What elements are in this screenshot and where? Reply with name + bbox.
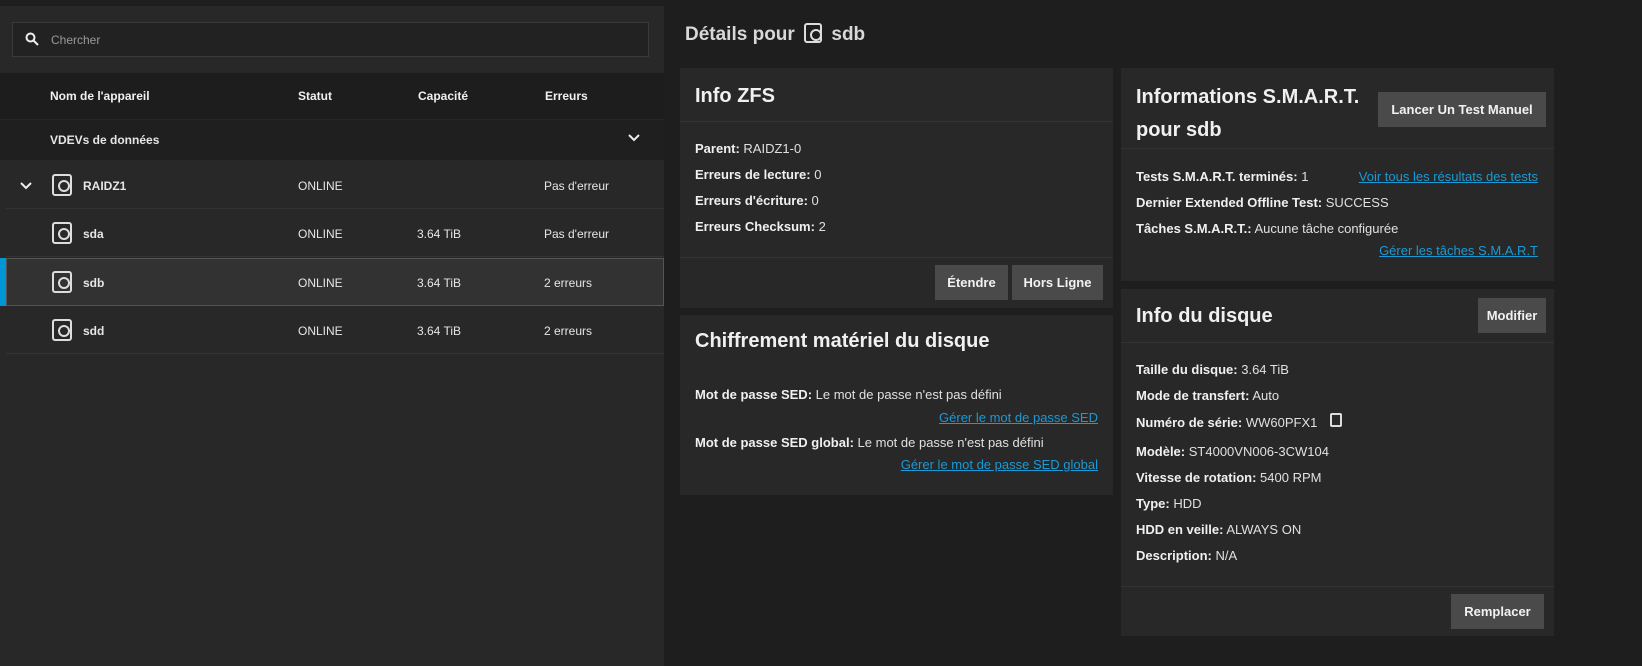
- sed-title: Chiffrement matériel du disque: [695, 330, 990, 352]
- disk-type: Type: HDD: [1136, 496, 1202, 511]
- table-row[interactable]: sda ONLINE 3.64 TiB Pas d'erreur: [6, 209, 664, 257]
- column-status[interactable]: Statut: [298, 89, 332, 103]
- device-errors: 2 erreurs: [544, 276, 593, 290]
- disk-model: Modèle: ST4000VN006-3CW104: [1136, 444, 1329, 459]
- replace-button[interactable]: Remplacer: [1451, 594, 1544, 629]
- search-box[interactable]: [12, 22, 649, 57]
- sed-encryption-card: Chiffrement matériel du disque Mot de pa…: [680, 315, 1113, 495]
- column-errors[interactable]: Erreurs: [545, 89, 588, 103]
- vdev-group-header[interactable]: VDEVs de données: [0, 120, 664, 160]
- device-errors: Pas d'erreur: [544, 179, 609, 193]
- search-icon: [25, 32, 39, 46]
- hard-disk-icon: [52, 271, 72, 293]
- zfs-info-card: Info ZFS Parent: RAIDZ1-0 Erreurs de lec…: [680, 68, 1113, 308]
- extend-button[interactable]: Étendre: [935, 265, 1008, 300]
- device-name: sdb: [83, 276, 105, 290]
- smart-title-line1: Informations S.M.A.R.T.: [1136, 86, 1360, 108]
- disk-description: Description: N/A: [1136, 548, 1238, 563]
- transfer-mode: Mode de transfert: Auto: [1136, 388, 1280, 403]
- chevron-down-icon[interactable]: [19, 181, 33, 191]
- device-status: ONLINE: [298, 179, 343, 193]
- device-errors: Pas d'erreur: [544, 227, 609, 241]
- page-title: Détails pour sdb: [685, 20, 865, 46]
- table-row[interactable]: RAIDZ1 ONLINE Pas d'erreur: [6, 161, 664, 209]
- smart-info-card: Informations S.M.A.R.T. pour sdb Lancer …: [1121, 68, 1554, 281]
- device-capacity: 3.64 TiB: [417, 227, 462, 241]
- manage-smart-tasks-link[interactable]: Gérer les tâches S.M.A.R.T: [1379, 243, 1538, 258]
- view-all-results-link[interactable]: Voir tous les résultats des tests: [1359, 169, 1538, 184]
- hdd-standby: HDD en veille: ALWAYS ON: [1136, 522, 1302, 537]
- device-capacity: 3.64 TiB: [417, 276, 462, 290]
- zfs-write-errors: Erreurs d'écriture: 0: [695, 193, 819, 208]
- smart-completed-tests: Tests S.M.A.R.T. terminés: 1: [1136, 169, 1309, 184]
- smart-title: Informations S.M.A.R.T. pour sdb: [1136, 81, 1359, 147]
- column-name[interactable]: Nom de l'appareil: [50, 89, 150, 103]
- device-list-panel: Nom de l'appareil Statut Capacité Erreur…: [0, 6, 664, 666]
- run-manual-test-button[interactable]: Lancer Un Test Manuel: [1378, 92, 1546, 127]
- table-row[interactable]: sdd ONLINE 3.64 TiB 2 erreurs: [6, 306, 664, 354]
- hard-disk-icon: [804, 23, 823, 43]
- device-status: ONLINE: [298, 227, 343, 241]
- disk-size: Taille du disque: 3.64 TiB: [1136, 362, 1289, 377]
- device-status: ONLINE: [298, 276, 343, 290]
- device-name: sdd: [83, 324, 105, 338]
- details-device: sdb: [831, 24, 866, 45]
- device-status: ONLINE: [298, 324, 343, 338]
- sed-global-password: Mot de passe SED global: Le mot de passe…: [695, 435, 1044, 450]
- manage-global-sed-password-link[interactable]: Gérer le mot de passe SED global: [901, 457, 1098, 472]
- hard-disk-icon: [52, 222, 72, 244]
- disk-info-title: Info du disque: [1136, 305, 1273, 327]
- table-header: Nom de l'appareil Statut Capacité Erreur…: [0, 73, 664, 119]
- details-prefix: Détails pour: [685, 24, 795, 45]
- table-row-selected[interactable]: sdb ONLINE 3.64 TiB 2 erreurs: [6, 258, 664, 306]
- zfs-parent: Parent: RAIDZ1-0: [695, 141, 802, 156]
- device-name: sda: [83, 227, 104, 241]
- edit-button[interactable]: Modifier: [1478, 298, 1546, 333]
- column-capacity[interactable]: Capacité: [418, 89, 468, 103]
- serial-number: Numéro de série: WW60PFX1: [1136, 415, 1318, 430]
- chevron-down-icon[interactable]: [627, 133, 641, 143]
- manage-sed-password-link[interactable]: Gérer le mot de passe SED: [939, 410, 1098, 425]
- clipboard-icon[interactable]: [1330, 413, 1342, 427]
- smart-title-line2: pour sdb: [1136, 119, 1222, 141]
- vdev-icon: [52, 174, 72, 196]
- zfs-read-errors: Erreurs de lecture: 0: [695, 167, 822, 182]
- disk-info-card: Info du disque Modifier Taille du disque…: [1121, 289, 1554, 636]
- device-capacity: 3.64 TiB: [417, 324, 462, 338]
- device-errors: 2 erreurs: [544, 324, 593, 338]
- rotation-speed: Vitesse de rotation: 5400 RPM: [1136, 470, 1322, 485]
- zfs-checksum-errors: Erreurs Checksum: 2: [695, 219, 826, 234]
- device-name: RAIDZ1: [83, 179, 127, 193]
- smart-tasks: Tâches S.M.A.R.T.: Aucune tâche configur…: [1136, 221, 1399, 236]
- smart-last-test: Dernier Extended Offline Test: SUCCESS: [1136, 195, 1389, 210]
- hard-disk-icon: [52, 319, 72, 341]
- zfs-title: Info ZFS: [695, 85, 775, 107]
- search-input[interactable]: [51, 23, 631, 56]
- sed-password: Mot de passe SED: Le mot de passe n'est …: [695, 387, 1002, 402]
- group-label: VDEVs de données: [50, 133, 160, 147]
- offline-button[interactable]: Hors Ligne: [1012, 265, 1103, 300]
